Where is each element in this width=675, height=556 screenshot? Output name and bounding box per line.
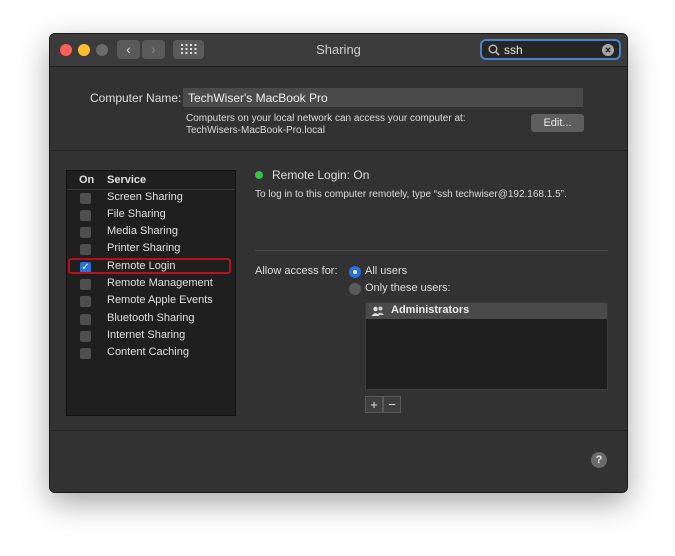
- service-checkbox[interactable]: [80, 331, 91, 342]
- computer-name-field[interactable]: [183, 88, 583, 107]
- option-all-users-label[interactable]: All users: [365, 265, 407, 277]
- service-row-bluetooth-sharing[interactable]: Bluetooth Sharing: [67, 311, 235, 328]
- radio-only-these-users[interactable]: [349, 283, 361, 295]
- service-label: File Sharing: [107, 208, 166, 220]
- list-item[interactable]: Administrators: [366, 303, 607, 319]
- radio-dot-icon: [353, 270, 357, 274]
- remote-login-status: Remote Login: On: [272, 168, 370, 182]
- service-checkbox[interactable]: [80, 193, 91, 204]
- computer-name-label: Computer Name:: [90, 91, 182, 105]
- service-label: Internet Sharing: [107, 329, 186, 341]
- column-header-service: Service: [107, 174, 147, 186]
- service-row-internet-sharing[interactable]: Internet Sharing: [67, 328, 235, 345]
- service-checkbox[interactable]: [80, 296, 91, 307]
- remote-login-highlight: [68, 258, 231, 274]
- user-group-label: Administrators: [391, 304, 470, 316]
- service-label: Media Sharing: [107, 225, 178, 237]
- sharing-window: ‹ › Sharing ssh Computer Name: TechWiser…: [49, 33, 628, 493]
- service-checkbox[interactable]: [80, 244, 91, 255]
- service-label: Remote Apple Events: [107, 294, 213, 306]
- service-row-screen-sharing[interactable]: Screen Sharing: [67, 190, 235, 207]
- radio-all-users[interactable]: [349, 266, 361, 278]
- search-input[interactable]: [504, 42, 599, 57]
- service-row-remote-management[interactable]: Remote Management: [67, 276, 235, 293]
- clear-search-icon[interactable]: [602, 44, 614, 56]
- service-label: Content Caching: [107, 346, 189, 358]
- service-row-content-caching[interactable]: Content Caching: [67, 345, 235, 362]
- remote-login-instructions: To log in to this computer remotely, typ…: [255, 189, 567, 200]
- column-header-on: On: [79, 174, 95, 186]
- search-icon: [488, 44, 500, 56]
- service-checkbox[interactable]: [80, 210, 91, 221]
- footer-divider: [50, 430, 627, 431]
- title-bar: ‹ › Sharing: [50, 34, 627, 67]
- service-checkbox[interactable]: [80, 279, 91, 290]
- group-icon: [371, 306, 384, 316]
- edit-button[interactable]: Edit...: [531, 114, 584, 132]
- remove-user-button[interactable]: −: [383, 396, 401, 413]
- search-field[interactable]: [480, 39, 621, 60]
- service-label: Bluetooth Sharing: [107, 312, 195, 324]
- option-only-these-users-label[interactable]: Only these users:: [365, 282, 451, 294]
- service-list-header: On Service: [67, 171, 235, 190]
- status-indicator-icon: [255, 171, 263, 179]
- section-divider: [50, 150, 627, 151]
- service-label: Screen Sharing: [107, 191, 183, 203]
- service-checkbox[interactable]: [80, 314, 91, 325]
- local-hostname: TechWisers-MacBook-Pro.local: [186, 125, 325, 136]
- service-row-media-sharing[interactable]: Media Sharing: [67, 224, 235, 241]
- service-row-remote-apple-events[interactable]: Remote Apple Events: [67, 293, 235, 310]
- service-row-file-sharing[interactable]: File Sharing: [67, 207, 235, 224]
- users-list[interactable]: Administrators: [365, 302, 608, 390]
- service-label: Printer Sharing: [107, 242, 181, 254]
- allow-access-label: Allow access for:: [255, 265, 338, 277]
- add-user-button[interactable]: +: [365, 396, 383, 413]
- service-row-printer-sharing[interactable]: Printer Sharing: [67, 241, 235, 258]
- service-checkbox[interactable]: [80, 227, 91, 238]
- computer-name-description: Computers on your local network can acce…: [186, 113, 466, 124]
- detail-divider: [255, 250, 608, 251]
- help-button[interactable]: ?: [591, 452, 607, 468]
- service-checkbox[interactable]: [80, 348, 91, 359]
- service-label: Remote Management: [107, 277, 213, 289]
- service-list: On Service Screen Sharing File Sharing M…: [66, 170, 236, 416]
